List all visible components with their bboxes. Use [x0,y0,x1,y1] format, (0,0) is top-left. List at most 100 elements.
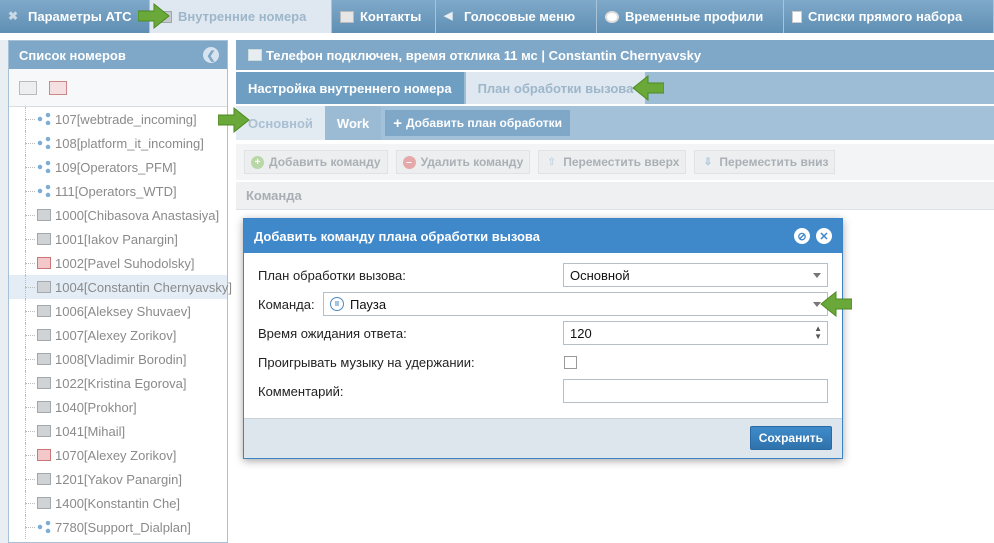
command-select-value: Пауза [350,296,387,312]
list-item[interactable]: 1002[Pavel Suhodolsky] [9,251,227,275]
list-item[interactable]: 1000[Chibasova Anastasiya] [9,203,227,227]
comment-input[interactable] [563,379,828,403]
sidebar-toolbar [9,69,227,107]
tab-pbx-settings[interactable]: Параметры АТС [0,0,150,33]
speaker-icon [444,9,458,23]
green-arrow-icon [138,3,170,29]
list-item-label: 1022[Kristina Egorova] [55,375,187,391]
list-item-label: 1000[Chibasova Anastasiya] [55,207,220,223]
list-item[interactable]: 1070[Alexey Zorikov] [9,443,227,467]
plan-tabs: Основной Work + Добавить план обработки [236,106,994,140]
remove-extension-icon[interactable] [49,80,67,95]
add-plan-button[interactable]: + Добавить план обработки [385,110,570,136]
save-button[interactable]: Сохранить [749,426,832,450]
tab-label: Внутренние номера [178,9,307,24]
collapse-icon[interactable]: ❮ [203,47,219,63]
list-item-label: 1006[Aleksey Shuvaev] [55,303,191,319]
tab-extensions[interactable]: Внутренние номера [150,0,332,33]
add-command-button[interactable]: + Добавить команду [244,150,388,174]
plus-icon: + [251,155,264,169]
add-plan-label: Добавить план обработки [405,116,562,130]
list-item-label: 1041[Mihail] [55,423,126,439]
phone-icon [37,425,51,437]
list-item[interactable]: 1006[Aleksey Shuvaev] [9,299,227,323]
wait-label: Время ожидания ответа: [258,326,407,341]
tab-voice-menus[interactable]: Голосовые меню [436,0,597,33]
dialog-header: Добавить команду плана обработки вызова … [244,219,842,253]
sidebar-header: Список номеров ❮ [9,41,227,69]
phone-icon [37,281,51,293]
command-toolbar: + Добавить команду – Удалить команду ⇧ Пере… [236,144,994,180]
share-icon [37,161,51,173]
dialog-footer: Сохранить [244,418,842,458]
left-edge [0,40,8,543]
phone-icon [248,49,262,61]
music-on-hold-checkbox[interactable] [564,356,577,369]
tab-label: Временные профили [625,9,764,24]
list-item-label: 7780[Support_Dialplan] [55,519,191,535]
tab-label: Параметры АТС [28,9,132,24]
move-down-button[interactable]: ⇩ Переместить вниз [694,150,836,174]
list-item[interactable]: 1007[Alexey Zorikov] [9,323,227,347]
list-item[interactable]: 7780[Support_Dialplan] [9,515,227,539]
arrow-up-icon: ⇧ [547,156,556,168]
list-item[interactable]: 108[platform_it_incoming] [9,131,227,155]
phone-icon [37,353,51,365]
green-arrow-icon [632,75,664,101]
pause-icon: II [330,297,344,311]
plan-select[interactable]: Основной [563,263,828,287]
list-item-label: 1002[Pavel Suhodolsky] [55,255,195,271]
list-item[interactable]: 109[Operators_PFM] [9,155,227,179]
list-item-label: 1040[Prokhor] [55,399,137,415]
list-item[interactable]: 1008[Vladimir Borodin] [9,347,227,371]
list-item[interactable]: 1400[Konstantin Che] [9,491,227,515]
tab-time-profiles[interactable]: Временные профили [597,0,784,33]
plan-label: План обработки вызова: [258,268,406,283]
list-item-label: 107[webtrade_incoming] [55,111,197,127]
list-item-label: 1001[Iakov Panargin] [55,231,178,247]
list-item-label: 1070[Alexey Zorikov] [55,447,177,463]
tab-direct-dial-lists[interactable]: Списки прямого набора [784,0,994,33]
list-item[interactable]: 1004[Constantin Chernyavsky] [9,275,232,299]
list-item[interactable]: 1041[Mihail] [9,419,227,443]
comment-label: Комментарий: [258,384,344,399]
minimize-icon[interactable]: ⊘ [794,228,810,244]
add-command-dialog: Добавить команду плана обработки вызова … [243,218,843,459]
list-item[interactable]: 1022[Kristina Egorova] [9,371,227,395]
tab-extension-settings[interactable]: Настройка внутреннего номера [236,72,464,104]
commands-grid-header: Команда [236,182,994,210]
plan-select-value: Основной [570,267,630,283]
share-icon [37,185,51,197]
tab-contacts[interactable]: Контакты [332,0,436,33]
phone-icon [37,377,51,389]
music-label: Проигрывать музыку на удержании: [258,355,475,370]
extension-subtabs: Настройка внутреннего номера План обрабо… [236,72,994,104]
command-select[interactable]: II Пауза [323,292,828,316]
spinner-icon[interactable]: ▲ ▼ [814,325,822,341]
sidebar: Список номеров ❮ 107[webtrade_incoming] … [8,40,232,543]
delete-command-button[interactable]: – Удалить команду [395,150,531,174]
share-icon [37,137,51,149]
add-extension-icon[interactable] [19,80,37,95]
list-item[interactable]: 111[Operators_WTD] [9,179,227,203]
list-item-label: 1007[Alexey Zorikov] [55,327,177,343]
phone-icon [37,401,51,413]
list-item[interactable]: 1201[Yakov Panargin] [9,467,227,491]
move-down-label: Переместить вниз [719,155,829,169]
list-item[interactable]: 1040[Prokhor] [9,395,227,419]
wait-time-value: 120 [570,325,592,341]
close-icon[interactable]: ✕ [816,228,832,244]
green-arrow-icon [820,291,852,317]
wrench-icon [8,9,22,23]
move-up-button[interactable]: ⇧ Переместить вверх [538,150,687,174]
list-item-label: 109[Operators_PFM] [55,159,177,175]
plus-icon: + [393,114,402,132]
list-item[interactable]: 1001[Iakov Panargin] [9,227,227,251]
list-item[interactable]: 107[webtrade_incoming] [9,107,227,131]
tab-call-plan[interactable]: План обработки вызова [465,72,646,104]
phone-icon [37,329,51,341]
phone-icon [37,233,51,245]
list-item-label: 111[Operators_WTD] [55,183,177,199]
tab-plan-work[interactable]: Work [324,106,382,140]
wait-time-input[interactable]: 120 ▲ ▼ [563,321,828,345]
